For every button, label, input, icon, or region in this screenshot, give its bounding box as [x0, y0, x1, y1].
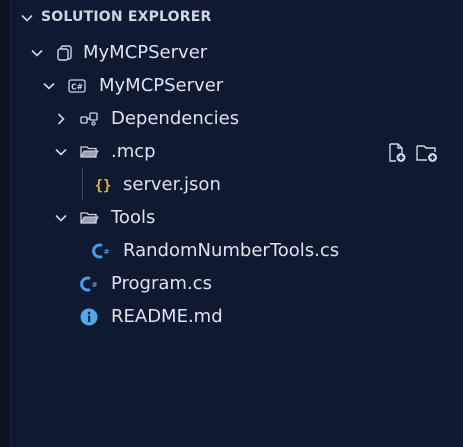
svg-text:{}: {} — [95, 178, 112, 194]
tree-item-dependencies[interactable]: Dependencies — [11, 102, 463, 135]
tree-item-label: MyMCPServer — [83, 42, 208, 63]
svg-text:#: # — [92, 281, 98, 289]
tree-item-label: Dependencies — [111, 108, 240, 129]
info-icon — [80, 308, 98, 326]
new-folder-icon — [416, 145, 437, 162]
chevron-down-icon — [43, 82, 55, 90]
dependencies-icon — [80, 112, 98, 126]
solution-icon — [57, 45, 72, 61]
tree-item-solution[interactable]: MyMCPServer — [11, 36, 463, 69]
solution-explorer-header[interactable]: SOLUTION EXPLORER — [11, 0, 463, 36]
tree-item-random-number-tools[interactable]: # RandomNumberTools.cs — [11, 234, 463, 267]
csharp-file-icon: # — [92, 243, 110, 259]
tree-item-server-json[interactable]: {} server.json — [11, 168, 463, 201]
chevron-right-icon — [57, 113, 65, 125]
folder-open-icon — [80, 146, 99, 158]
tree-item-label: RandomNumberTools.cs — [123, 240, 340, 261]
tree-item-program[interactable]: # Program.cs — [11, 267, 463, 300]
tree-item-label: server.json — [123, 174, 221, 195]
csharp-file-icon: # — [80, 276, 98, 292]
new-file-button[interactable] — [385, 141, 409, 165]
svg-text:C#: C# — [71, 83, 83, 92]
tree-item-label: .mcp — [111, 141, 156, 162]
tree-item-tools-folder[interactable]: Tools — [11, 201, 463, 234]
chevron-down-icon — [31, 49, 43, 57]
folder-open-icon — [80, 212, 99, 224]
chevron-down-icon — [21, 14, 33, 22]
tree-item-label: README.md — [111, 306, 223, 327]
tree-item-label: MyMCPServer — [99, 75, 224, 96]
folder-actions — [385, 141, 439, 167]
tree-item-label: Tools — [111, 207, 156, 228]
csharp-project-icon: C# — [68, 79, 86, 93]
panel-title: SOLUTION EXPLORER — [41, 9, 212, 25]
new-file-icon — [389, 143, 406, 162]
json-icon: {} — [95, 178, 112, 194]
svg-text:#: # — [104, 248, 110, 256]
chevron-down-icon — [55, 214, 67, 222]
tree-item-readme[interactable]: README.md — [11, 300, 463, 333]
tree-item-project[interactable]: C# MyMCPServer — [11, 69, 463, 102]
solution-explorer-panel: SOLUTION EXPLORER MyMCPServer C# MyMCPSe… — [10, 0, 463, 447]
new-folder-button[interactable] — [415, 141, 439, 165]
tree-item-label: Program.cs — [111, 273, 212, 294]
chevron-down-icon — [55, 148, 67, 156]
